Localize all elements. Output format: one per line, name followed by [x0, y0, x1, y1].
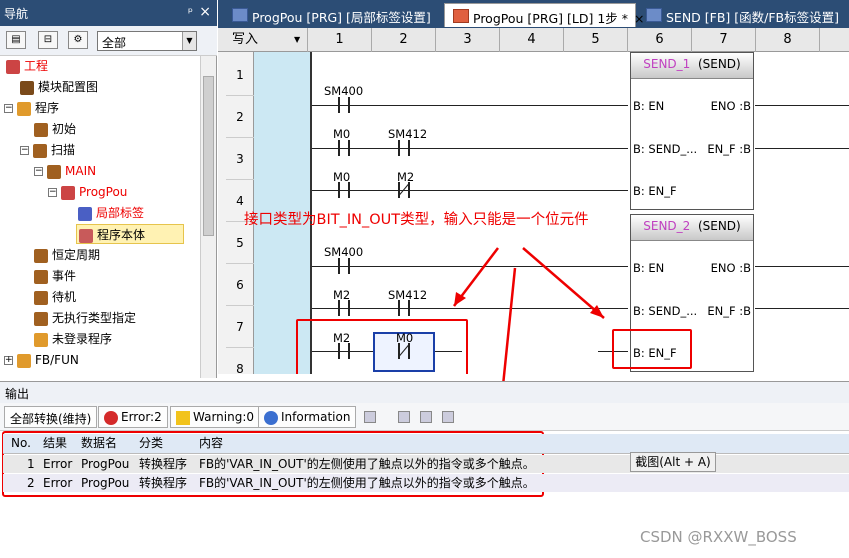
- program-icon: [33, 143, 47, 158]
- tree-item-fb-fun[interactable]: + FB/FUN: [4, 350, 79, 370]
- tree-item-scan[interactable]: − 扫描: [20, 140, 75, 160]
- folder-icon: [17, 353, 31, 368]
- folder-icon: [17, 101, 31, 116]
- tree-item-event[interactable]: 事件: [34, 266, 76, 286]
- scrollbar-thumb[interactable]: [203, 76, 214, 236]
- tree-view-icon[interactable]: ▤: [6, 31, 26, 49]
- cell-result: Error: [43, 457, 73, 471]
- tab-ladder-editor[interactable]: ProgPou [PRG] [LD] 1步 * ×: [444, 3, 645, 27]
- prev-icon[interactable]: [398, 411, 410, 423]
- tree-item-standby[interactable]: 待机: [34, 287, 76, 307]
- filter-icon[interactable]: [364, 411, 376, 423]
- navigation-panel: 导航 ᵖ × ▤ ⊟ ⚙ 全部 ▼ 工程 模块配置图 − 程序 初始 − 扫描 − M…: [0, 0, 217, 378]
- ladder-icon: [79, 228, 93, 243]
- info-icon: [264, 410, 278, 425]
- program-icon: [47, 164, 61, 179]
- label-icon: [78, 206, 92, 221]
- program-icon: [34, 311, 48, 326]
- tree-item-no-exec-type[interactable]: 无执行类型指定: [34, 308, 136, 328]
- tab-fb-label-settings[interactable]: SEND [FB] [函数/FB标签设置]: [638, 3, 848, 27]
- program-icon: [34, 248, 48, 263]
- expander-icon[interactable]: −: [20, 146, 29, 155]
- expander-icon[interactable]: −: [4, 104, 13, 113]
- navigation-scrollbar[interactable]: [200, 56, 216, 378]
- tree-item-local-labels[interactable]: 局部标签: [78, 203, 144, 223]
- cell-result: Error: [43, 476, 73, 490]
- tree-item-program-body[interactable]: 程序本体: [76, 224, 184, 244]
- tree-item-module-config[interactable]: 模块配置图: [20, 77, 98, 97]
- filter-dropdown[interactable]: 全部 ▼: [97, 31, 197, 51]
- pou-icon: [61, 185, 75, 200]
- project-icon: [6, 59, 20, 74]
- program-icon: [34, 269, 48, 284]
- cell-no: 2: [27, 476, 35, 490]
- collapse-icon[interactable]: ⊟: [38, 31, 58, 49]
- warning-icon: [176, 410, 190, 425]
- tree-item-project[interactable]: 工程: [6, 56, 48, 76]
- tree-item-progpou[interactable]: − ProgPou: [48, 182, 127, 202]
- editor-tabs: ProgPou [PRG] [局部标签设置] ProgPou [PRG] [LD…: [218, 0, 849, 28]
- ladder-editor[interactable]: 写入 ▼ 1 2 3 4 5 6 7 8 1 2 3 4 5 6 7 8 SM40…: [218, 28, 849, 374]
- clear-icon[interactable]: [442, 411, 454, 423]
- navigation-title-bar: 导航 ᵖ ×: [0, 0, 217, 26]
- navigation-toolbar: ▤ ⊟ ⚙ 全部 ▼: [0, 26, 217, 56]
- folder-icon: [34, 332, 48, 347]
- error-icon: [104, 410, 118, 425]
- error-filter-button[interactable]: Error:2: [98, 406, 168, 428]
- expander-icon[interactable]: −: [34, 167, 43, 176]
- label-settings-icon: [646, 8, 662, 22]
- ladder-icon: [453, 9, 469, 23]
- cell-content: FB的'VAR_IN_OUT'的左侧使用了触点以外的指令或多个触点。: [199, 476, 535, 490]
- tree-item-initial[interactable]: 初始: [34, 119, 76, 139]
- warning-filter-button[interactable]: Warning:0: [170, 406, 261, 428]
- output-toolbar: 全部转换(维持) Error:2 Warning:0 Information: [0, 403, 849, 431]
- screenshot-tooltip: 截图(Alt + A): [630, 452, 716, 472]
- column-header: No.: [11, 436, 31, 450]
- navigation-title: 导航: [4, 7, 29, 21]
- chevron-down-icon[interactable]: ▼: [182, 32, 196, 50]
- cell-data-name: ProgPou: [81, 476, 130, 490]
- tab-local-label-settings[interactable]: ProgPou [PRG] [局部标签设置]: [224, 3, 442, 27]
- cell-category: 转换程序: [139, 476, 188, 490]
- tree-item-program[interactable]: − 程序: [4, 98, 59, 118]
- output-title-bar: 输出: [0, 381, 849, 403]
- filter-dropdown-value: 全部: [102, 36, 127, 50]
- annotation-arrows: [453, 247, 605, 319]
- program-icon: [34, 122, 48, 137]
- cell-content: FB的'VAR_IN_OUT'的左侧使用了触点以外的指令或多个触点。: [199, 457, 535, 471]
- cell-no: 1: [27, 457, 35, 471]
- program-icon: [34, 290, 48, 305]
- watermark: CSDN @RXXW_BOSS: [640, 528, 797, 546]
- module-config-icon: [20, 80, 34, 95]
- tree-item-fixed-cycle[interactable]: 恒定周期: [34, 245, 100, 265]
- expander-icon[interactable]: +: [4, 356, 13, 365]
- project-tree: 工程 模块配置图 − 程序 初始 − 扫描 − MAIN − ProgPou 局部标签 …: [0, 56, 200, 376]
- expander-icon[interactable]: −: [48, 188, 57, 197]
- column-header: 数据名: [81, 436, 118, 450]
- table-header: [3, 434, 849, 454]
- tree-item-unregistered[interactable]: 未登录程序: [34, 329, 112, 349]
- next-icon[interactable]: [420, 411, 432, 423]
- tree-item-main[interactable]: − MAIN: [34, 161, 96, 181]
- pin-icon[interactable]: ᵖ: [188, 5, 193, 19]
- column-header: 内容: [199, 436, 224, 450]
- close-icon[interactable]: ×: [199, 4, 211, 20]
- information-filter-button[interactable]: Information: [258, 406, 357, 428]
- cell-category: 转换程序: [139, 457, 188, 471]
- label-settings-icon: [232, 8, 248, 22]
- column-header: 分类: [139, 436, 164, 450]
- cell-data-name: ProgPou: [81, 457, 130, 471]
- convert-all-button[interactable]: 全部转换(维持): [4, 406, 98, 428]
- gear-icon[interactable]: ⚙: [68, 31, 88, 49]
- column-header: 结果: [43, 436, 68, 450]
